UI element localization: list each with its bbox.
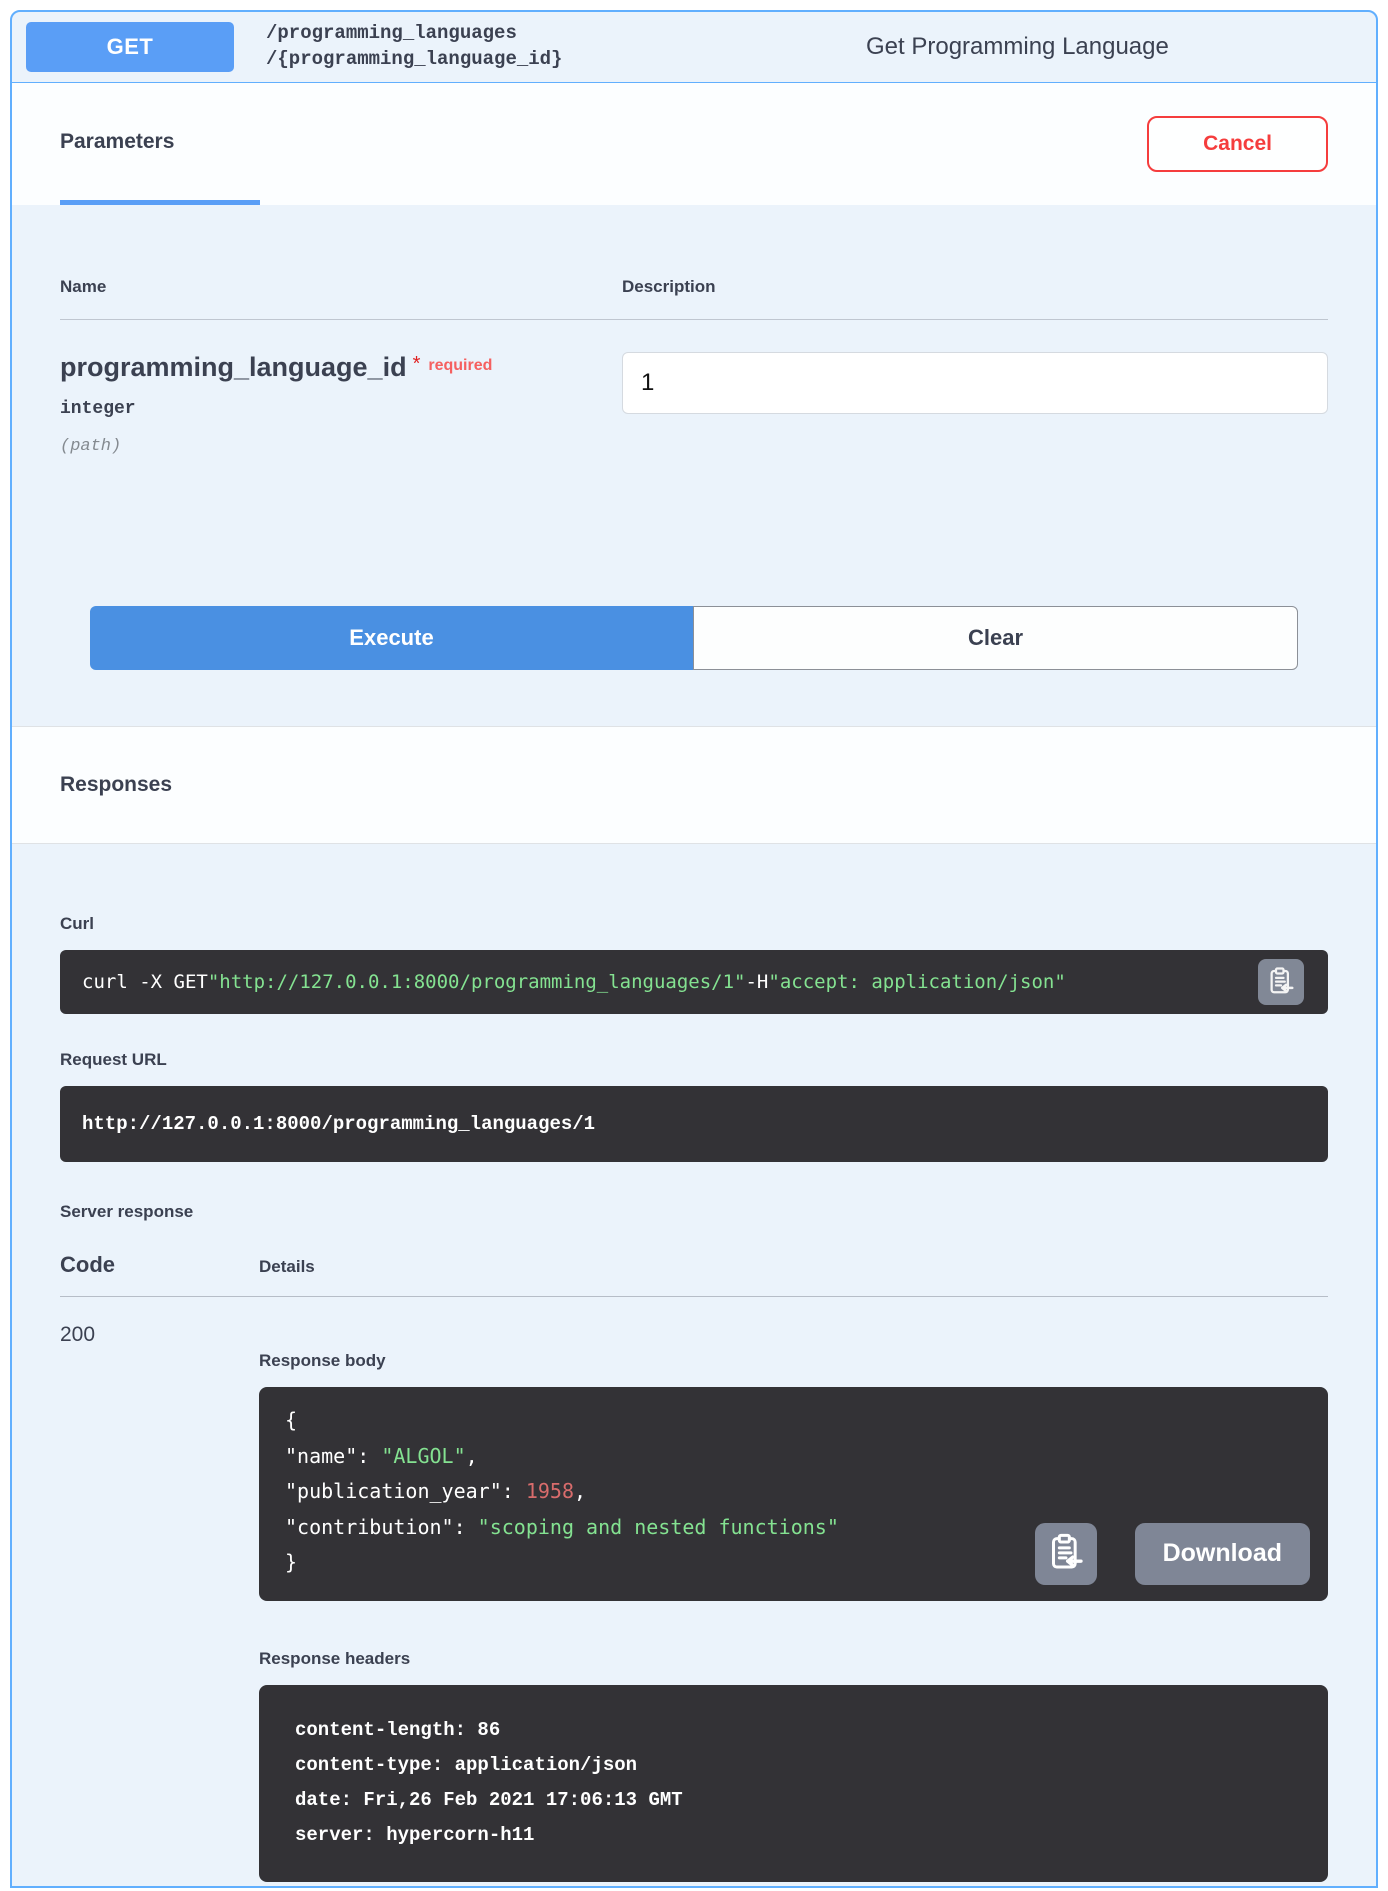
required-asterisk: * [413, 353, 421, 375]
copy-response-button[interactable] [1035, 1523, 1097, 1585]
clipboard-copy-icon [1266, 966, 1296, 999]
response-headers-label: Response headers [259, 1649, 1328, 1669]
parameter-name: programming_language_id [60, 352, 407, 382]
cancel-button[interactable]: Cancel [1147, 116, 1328, 172]
swagger-page: GET /programming_languages /{programming… [0, 0, 1388, 1888]
endpoint-path-line2: /{programming_language_id} [266, 47, 866, 73]
endpoint-path-line1: /programming_languages [266, 21, 866, 47]
status-code: 200 [60, 1323, 259, 1882]
parameter-value-input[interactable] [622, 352, 1328, 414]
request-url-block: http://127.0.0.1:8000/programming_langua… [60, 1086, 1328, 1162]
endpoint-path[interactable]: /programming_languages /{programming_lan… [266, 21, 866, 72]
responses-title: Responses [60, 773, 172, 797]
server-response-table-header: Code Details [60, 1252, 1328, 1297]
response-body-block: { "name": "ALGOL", "publication_year": 1… [259, 1387, 1328, 1601]
response-body-actions: Download [1035, 1523, 1310, 1585]
server-response-row: 200 Response body { "name": "ALGOL", "pu… [60, 1297, 1328, 1882]
parameter-value-cell [622, 352, 1328, 456]
column-header-description: Description [622, 277, 1328, 297]
parameters-table-header: Name Description [60, 277, 1328, 320]
execute-row: Execute Clear [90, 606, 1298, 670]
column-header-name: Name [60, 277, 622, 297]
endpoint-summary-text: Get Programming Language [866, 33, 1169, 61]
copy-curl-button[interactable] [1258, 959, 1304, 1005]
tab-parameters[interactable]: Parameters [60, 83, 260, 205]
response-details-cell: Response body { "name": "ALGOL", "public… [259, 1323, 1328, 1882]
parameters-body: Name Description programming_language_id… [12, 277, 1376, 726]
parameter-row: programming_language_id * required integer… [60, 320, 1328, 456]
responses-section-header: Responses [12, 726, 1376, 844]
parameters-section-header: Parameters Cancel [12, 83, 1376, 205]
download-button[interactable]: Download [1135, 1523, 1310, 1585]
request-url-label: Request URL [60, 1050, 1328, 1070]
column-header-code: Code [60, 1252, 259, 1278]
parameter-name-cell: programming_language_id * required integer… [60, 352, 622, 456]
response-headers-block: content-length: 86content-type: applicat… [259, 1685, 1328, 1882]
endpoint-card: GET /programming_languages /{programming… [10, 10, 1378, 1888]
clipboard-copy-icon [1046, 1532, 1086, 1575]
curl-label: Curl [60, 914, 1328, 934]
http-method-badge[interactable]: GET [26, 22, 234, 72]
required-label: required [428, 357, 492, 374]
clear-button[interactable]: Clear [693, 606, 1298, 670]
response-body-label: Response body [259, 1351, 1328, 1371]
server-response-label: Server response [60, 1202, 1328, 1222]
execute-button[interactable]: Execute [90, 606, 693, 670]
parameter-type: integer [60, 399, 622, 419]
column-header-details: Details [259, 1257, 1328, 1277]
responses-body: Curl curl -X GET "http://127.0.0.1:8000/… [12, 914, 1376, 1888]
curl-command-block: curl -X GET "http://127.0.0.1:8000/progr… [60, 950, 1328, 1014]
endpoint-summary-header[interactable]: GET /programming_languages /{programming… [12, 12, 1376, 83]
parameter-location: (path) [60, 437, 622, 456]
